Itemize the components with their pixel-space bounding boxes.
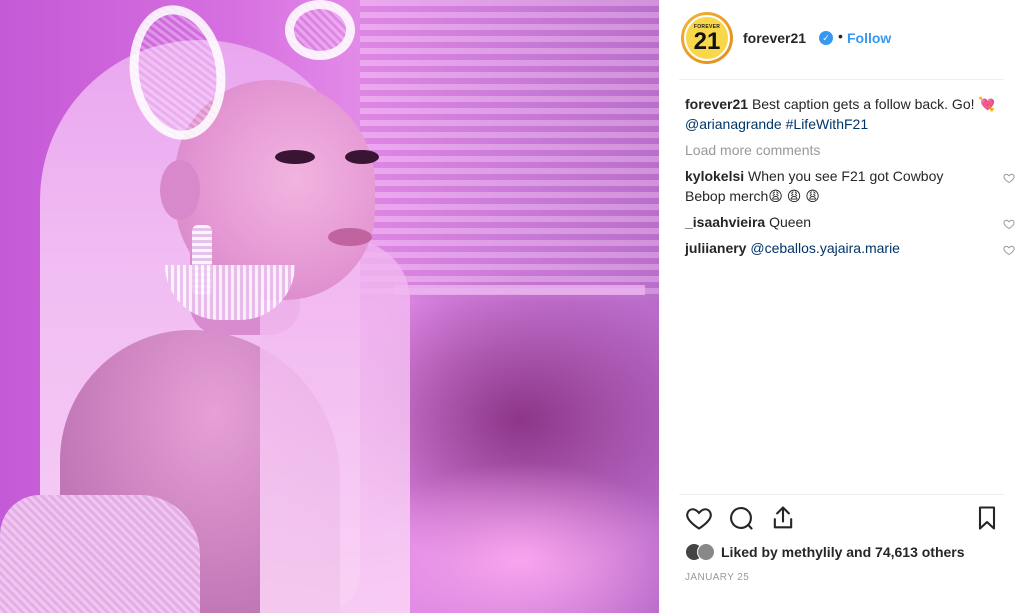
window-frame [395,285,645,295]
header-divider [679,79,1004,80]
comment-item: juliianery @ceballos.yajaira.marie [685,238,1015,258]
comment-icon[interactable] [727,504,755,532]
lips [328,228,372,246]
post-actions-bar [681,500,1001,536]
avatar-logo-big-text: 21 [693,27,721,55]
liker-avatar [697,543,715,561]
comment-item: kylokelsi When you see F21 got Cowboy Be… [685,166,1015,206]
caption-hashtag[interactable]: #LifeWithF21 [786,116,868,132]
post-side-panel: FOREVER 21 forever21 ✓ • Follow forever2… [659,0,1024,613]
window-blinds [360,0,659,300]
likes-summary[interactable]: Liked by methylily and 74,613 others [685,540,965,564]
account-avatar[interactable]: FOREVER 21 [681,12,733,64]
avatar-logo: FOREVER 21 [684,15,730,61]
likes-text[interactable]: Liked by methylily and 74,613 others [721,544,965,560]
heart-icon[interactable] [685,504,713,532]
bookmark-icon[interactable] [973,504,1001,532]
eye-right [345,150,379,164]
post-photo[interactable] [0,0,659,613]
post-caption: forever21 Best caption gets a follow bac… [685,94,1005,134]
eye-left [275,150,315,164]
comment-text: Queen [769,214,812,230]
hair-bow-right [285,0,355,60]
verified-badge-icon: ✓ [819,31,833,45]
caption-mention[interactable]: @arianagrande [685,116,782,132]
post-date: JANUARY 25 [685,572,750,583]
comment-item: _isaahvieira Queen [685,212,1015,232]
share-icon[interactable] [769,504,797,532]
caption-username[interactable]: forever21 [685,96,748,112]
comments-section: forever21 Best caption gets a follow bac… [685,94,1015,258]
actions-divider [679,494,1004,495]
separator-dot: • [838,28,843,44]
post-header: FOREVER 21 forever21 ✓ • Follow [659,0,1024,78]
comment-mention[interactable]: @ceballos.yajaira.marie [750,240,900,256]
sequin-dress [0,495,200,613]
comment-like-heart-icon[interactable] [1003,218,1015,230]
account-username[interactable]: forever21 [743,30,806,46]
comment-like-heart-icon[interactable] [1003,172,1015,184]
comment-username[interactable]: juliianery [685,240,746,256]
caption-text: Best caption gets a follow back. Go! 💘 [751,96,996,112]
comment-like-heart-icon[interactable] [1003,244,1015,256]
follow-button[interactable]: Follow [847,30,891,46]
load-more-comments-button[interactable]: Load more comments [685,140,1005,160]
comment-username[interactable]: _isaahvieira [685,214,765,230]
comment-username[interactable]: kylokelsi [685,168,744,184]
ear [160,160,200,220]
